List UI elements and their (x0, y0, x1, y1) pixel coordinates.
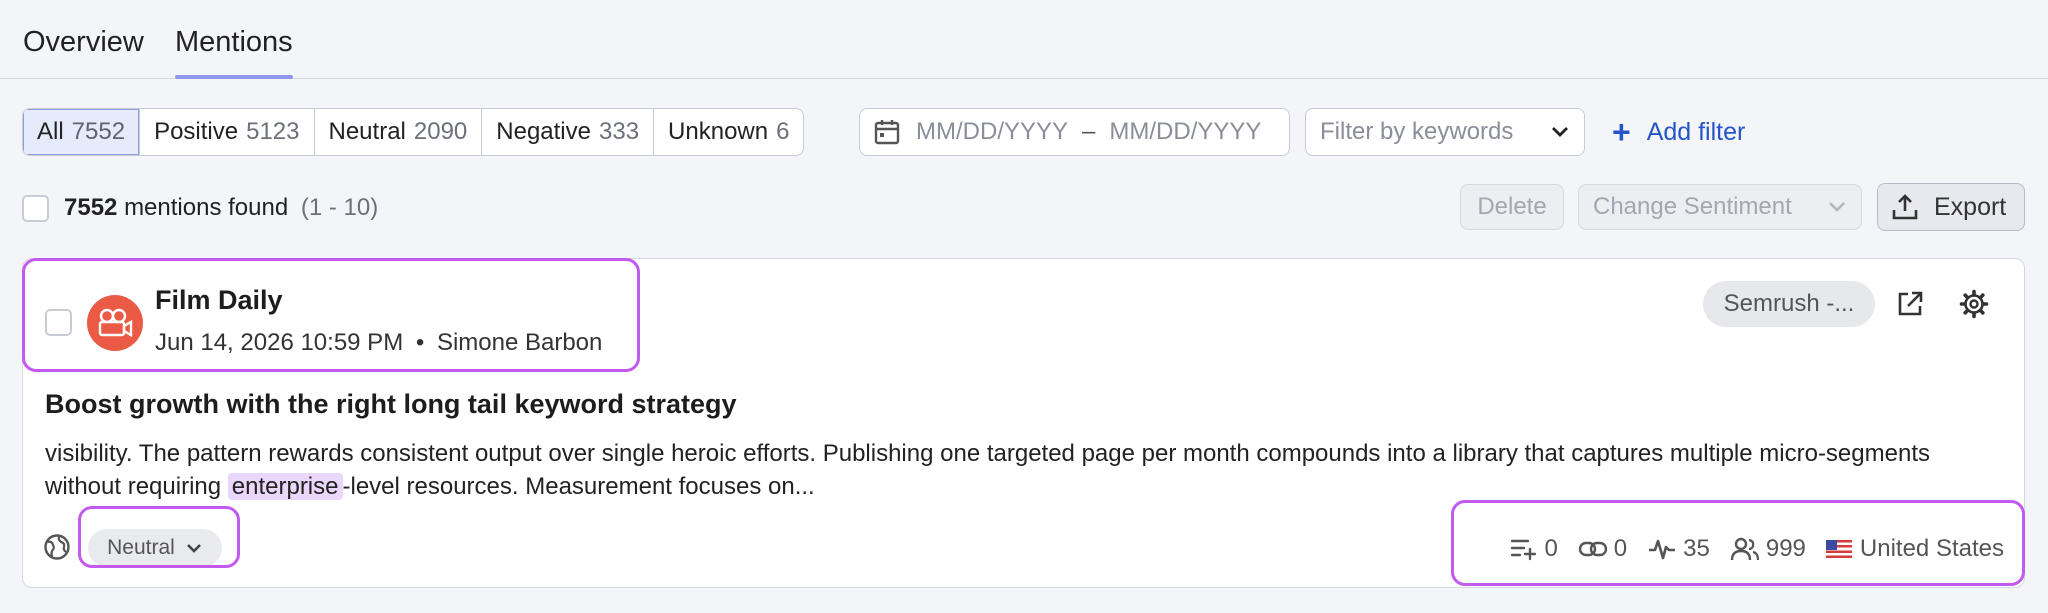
stat-backlinks: 0 (1578, 535, 1627, 563)
filter-neutral[interactable]: Neutral 2090 (315, 109, 483, 155)
tab-overview[interactable]: Overview (23, 24, 144, 78)
mention-snippet: visibility. The pattern rewards consiste… (45, 437, 2005, 503)
filter-label: Neutral (328, 118, 406, 145)
filter-count: 5123 (246, 118, 300, 145)
chevron-down-icon (1829, 202, 1845, 212)
keywords-filter-dropdown[interactable]: Filter by keywords (1305, 108, 1585, 156)
stat-mentions-value: 0 (1544, 535, 1558, 562)
filter-label: Unknown (668, 118, 769, 145)
stat-backlinks-value: 0 (1613, 535, 1628, 562)
stat-mentions: 0 (1510, 535, 1558, 563)
export-label: Export (1934, 192, 2007, 221)
date-separator: – (1082, 118, 1096, 145)
source-name[interactable]: Film Daily (155, 285, 283, 316)
stat-activity: 35 (1647, 535, 1710, 563)
gear-icon (1959, 289, 1989, 319)
filter-count: 2090 (413, 118, 468, 145)
date-range-picker[interactable]: MM/DD/YYYY – MM/DD/YYYY (859, 108, 1290, 156)
delete-button[interactable]: Delete (1460, 184, 1564, 230)
meta-separator: • (415, 329, 425, 356)
filter-count: 333 (599, 118, 640, 145)
web-source-icon (43, 533, 71, 566)
sentiment-dropdown[interactable]: Neutral (88, 529, 222, 567)
upload-icon (1892, 194, 1918, 220)
list-add-icon (1511, 539, 1537, 561)
settings-button[interactable] (1957, 287, 1991, 321)
chevron-down-icon (186, 544, 201, 553)
snippet-text-after: -level resources. Measurement focuses on… (342, 473, 815, 500)
tab-mentions[interactable]: Mentions (175, 24, 293, 79)
link-icon (1578, 541, 1607, 557)
mention-date: Jun 14, 2026 10:59 PM (155, 329, 404, 356)
tab-bar: Overview Mentions (0, 0, 2048, 79)
stat-reach: 999 (1730, 535, 1806, 563)
video-camera-icon (98, 308, 133, 338)
chevron-down-icon (1552, 127, 1568, 137)
mention-author: Simone Barbon (436, 329, 603, 356)
change-sentiment-button[interactable]: Change Sentiment (1578, 184, 1862, 230)
plus-icon: + (1612, 114, 1631, 150)
filter-label: Negative (496, 118, 591, 145)
mention-meta: Jun 14, 2026 10:59 PM • Simone Barbon (155, 329, 602, 357)
filter-positive[interactable]: Positive 5123 (140, 109, 315, 155)
mention-card: Film Daily Jun 14, 2026 10:59 PM • Simon… (22, 258, 2025, 588)
filter-unknown[interactable]: Unknown 6 (654, 109, 803, 155)
results-range: (1 - 10) (300, 194, 379, 221)
external-link-icon (1898, 291, 1923, 316)
keywords-filter-placeholder: Filter by keywords (1320, 118, 1514, 145)
filter-count: 7552 (71, 118, 126, 145)
mention-stats: 0 0 35 999 United States (1490, 529, 2004, 569)
filter-negative[interactable]: Negative 333 (482, 109, 655, 155)
stat-country: United States (1825, 535, 2004, 563)
date-end-placeholder: MM/DD/YYYY (1109, 118, 1262, 145)
mention-headline[interactable]: Boost growth with the right long tail ke… (45, 389, 737, 420)
stat-activity-value: 35 (1683, 535, 1710, 562)
results-count-text: 7552 mentions found (1 - 10) (64, 194, 378, 222)
sentiment-label: Neutral (107, 536, 175, 559)
country-label: United States (1859, 535, 2004, 562)
change-sentiment-label: Change Sentiment (1593, 193, 1792, 220)
filter-label: Positive (154, 118, 239, 145)
project-tag[interactable]: Semrush -... (1703, 281, 1875, 327)
mention-checkbox[interactable] (45, 309, 72, 336)
filter-all[interactable]: All 7552 (23, 109, 141, 155)
calendar-icon (874, 120, 900, 145)
stat-reach-value: 999 (1765, 535, 1806, 562)
users-icon (1730, 537, 1759, 561)
keyword-highlight: enterprise (227, 473, 343, 500)
globe-icon (44, 534, 70, 560)
export-button[interactable]: Export (1877, 183, 2025, 231)
results-count: 7552 (64, 194, 118, 221)
filter-label: All (37, 118, 64, 145)
add-filter-label: Add filter (1646, 117, 1746, 146)
results-label: mentions found (124, 194, 289, 221)
add-filter-button[interactable]: + Add filter (1612, 108, 1745, 156)
sentiment-filter-group: All 7552 Positive 5123 Neutral 2090 Nega… (22, 108, 805, 156)
activity-icon (1649, 539, 1676, 560)
us-flag-icon (1825, 540, 1852, 558)
source-avatar (87, 295, 143, 351)
date-start-placeholder: MM/DD/YYYY (916, 118, 1069, 145)
results-summary: 7552 mentions found (1 - 10) (22, 192, 378, 224)
select-all-checkbox[interactable] (22, 194, 49, 222)
open-external-button[interactable] (1893, 287, 1927, 321)
filter-count: 6 (776, 118, 790, 145)
